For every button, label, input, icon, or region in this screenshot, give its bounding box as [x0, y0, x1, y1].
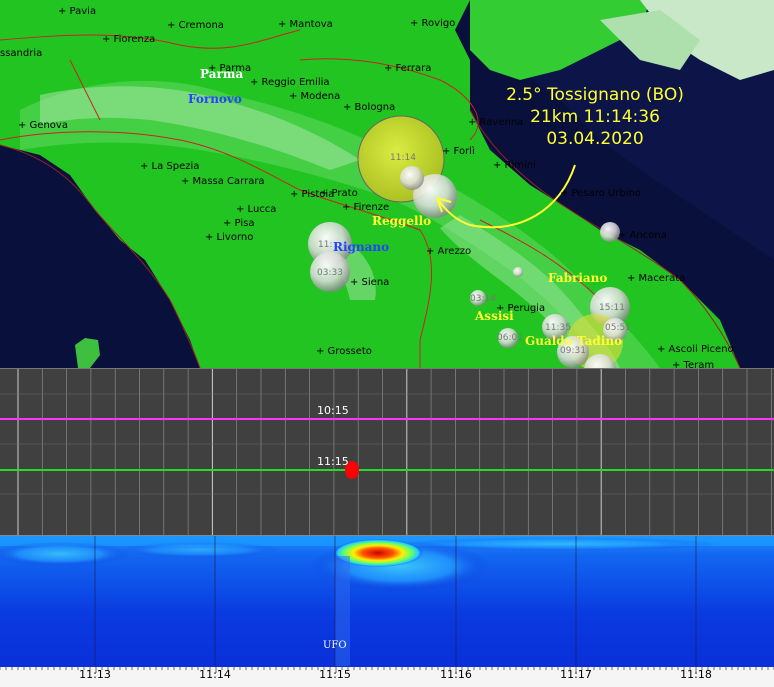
city-label: + Mantova — [278, 19, 333, 30]
place-label: Parma — [200, 67, 244, 81]
city-label: + Grosseto — [316, 346, 372, 357]
annotation-line1: 2.5° Tossignano (BO) — [506, 85, 684, 105]
trace-label-1015: 10:15 — [317, 404, 349, 417]
time-axis-ticks — [0, 667, 774, 673]
city-label: + Lucca — [236, 204, 277, 215]
city-label: + Arezzo — [426, 246, 472, 257]
quake-time-label: 03:14 — [470, 294, 496, 304]
quake-time-label: 06:01 — [497, 333, 523, 343]
city-label: + Rimini — [493, 160, 536, 171]
city-label: + Modena — [289, 91, 341, 102]
annotation-line2: 21km 11:14:36 — [530, 107, 660, 127]
city-label: + Firenze — [342, 202, 390, 213]
city-label: + Rovigo — [410, 18, 456, 29]
quake-marker — [400, 166, 424, 190]
city-label: + Forlì — [442, 146, 475, 157]
city-label: + Cremona — [167, 20, 224, 31]
city-label: + Prato — [320, 188, 358, 199]
earthquake-map[interactable]: + Pavia + Cremona + Mantova + Rovigo + Fiore… — [0, 0, 774, 368]
place-label: Fornovo — [188, 92, 242, 106]
time-axis: 11:13 11:14 11:15 11:16 11:17 11:18 — [0, 667, 774, 687]
quake-time-label: 03:33 — [317, 268, 343, 278]
time-axis-tick-label: 11:16 — [440, 668, 472, 681]
place-label: Assisi — [475, 309, 514, 323]
city-label: + Bologna — [343, 102, 396, 113]
quake-time-label: 05:51 — [605, 323, 631, 333]
time-axis-tick-label: 11:17 — [560, 668, 592, 681]
city-label: + Pesaro Urbino — [560, 188, 641, 199]
time-axis-tick-label: 11:13 — [79, 668, 111, 681]
city-label: + Genova — [18, 120, 68, 131]
spectrogram-panel[interactable] — [0, 536, 774, 667]
quake-marker — [600, 222, 620, 242]
time-axis-tick-label: 11:15 — [319, 668, 351, 681]
quake-marker — [513, 267, 523, 277]
annotation-box: 2.5° Tossignano (BO) 21km 11:14:36 03.04… — [495, 84, 695, 150]
city-label: + Livorno — [205, 232, 254, 243]
place-label: Reggello — [372, 214, 432, 228]
seismograph-grid — [0, 369, 774, 535]
city-label: + Siena — [350, 277, 390, 288]
quake-time-label: 11:35 — [545, 323, 571, 333]
city-label: + Massa Carrara — [181, 176, 265, 187]
quake-time-label: 15:11 — [599, 303, 625, 313]
time-axis-tick-label: 11:18 — [680, 668, 712, 681]
city-label: + Ancona — [618, 230, 667, 241]
place-label: Fabriano — [548, 271, 608, 285]
city-label: + La Spezia — [140, 161, 200, 172]
quake-time-label: 11:14 — [390, 153, 416, 163]
city-label: ssandria — [0, 48, 43, 59]
city-label: + Reggio Emilia — [250, 77, 330, 88]
city-label: + Teram — [672, 360, 715, 368]
city-label: + Ascoli Piceno — [657, 344, 734, 355]
time-axis-tick-label: 11:14 — [199, 668, 231, 681]
city-label: + Pavia — [58, 6, 97, 17]
quake-time-label: 09:31 — [560, 346, 586, 356]
spectrogram-image — [0, 536, 774, 667]
map-terrain — [0, 0, 774, 368]
city-label: + Macerata — [627, 273, 686, 284]
seismograph-panel[interactable]: 10:15 11:15 — [0, 368, 774, 536]
city-label: + Ferrara — [384, 63, 432, 74]
trace-label-1115: 11:15 — [317, 455, 349, 468]
annotation-line3: 03.04.2020 — [546, 129, 644, 149]
place-label: Rignano — [333, 240, 390, 254]
spectrogram-label: UFO — [323, 640, 347, 651]
city-label: + Pisa — [223, 218, 255, 229]
seismic-monitor-screen: + Pavia + Cremona + Mantova + Rovigo + Fiore… — [0, 0, 774, 687]
city-label: + Fiorenza — [102, 34, 156, 45]
quake-time-label: 11: — [318, 240, 333, 250]
